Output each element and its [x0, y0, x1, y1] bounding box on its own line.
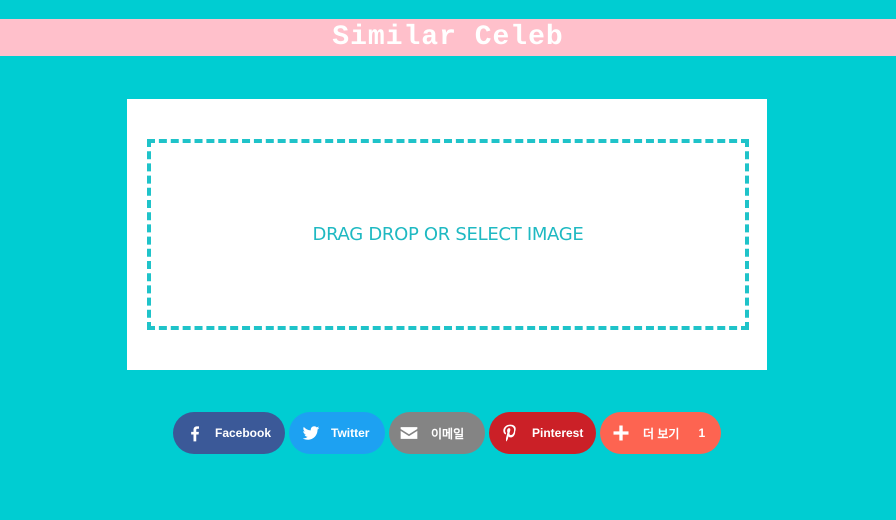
facebook-label: Facebook: [215, 426, 272, 440]
twitter-icon: [301, 423, 321, 443]
pinterest-label: Pinterest: [532, 426, 584, 440]
header-bar: Similar Celeb: [0, 19, 896, 56]
email-share-button[interactable]: 이메일: [389, 412, 485, 454]
dropzone-label: DRAG DROP OR SELECT IMAGE: [312, 224, 584, 245]
facebook-icon: [185, 423, 205, 443]
pinterest-share-button[interactable]: Pinterest: [489, 412, 596, 454]
more-label: 더 보기: [643, 426, 680, 441]
plus-icon: [611, 423, 631, 443]
twitter-share-button[interactable]: Twitter: [289, 412, 385, 454]
page-title: Similar Celeb: [332, 21, 564, 53]
share-bar: Facebook Twitter 이메일 Pinterest 더 보기 1: [173, 412, 721, 454]
twitter-label: Twitter: [331, 426, 370, 440]
upload-panel: DRAG DROP OR SELECT IMAGE: [127, 99, 767, 370]
more-share-button[interactable]: 더 보기 1: [600, 412, 721, 454]
pinterest-icon: [500, 423, 520, 443]
image-dropzone[interactable]: DRAG DROP OR SELECT IMAGE: [147, 139, 749, 330]
facebook-share-button[interactable]: Facebook: [173, 412, 285, 454]
share-count-badge: 1: [698, 426, 706, 440]
email-label: 이메일: [431, 426, 465, 441]
envelope-icon: [399, 423, 419, 443]
